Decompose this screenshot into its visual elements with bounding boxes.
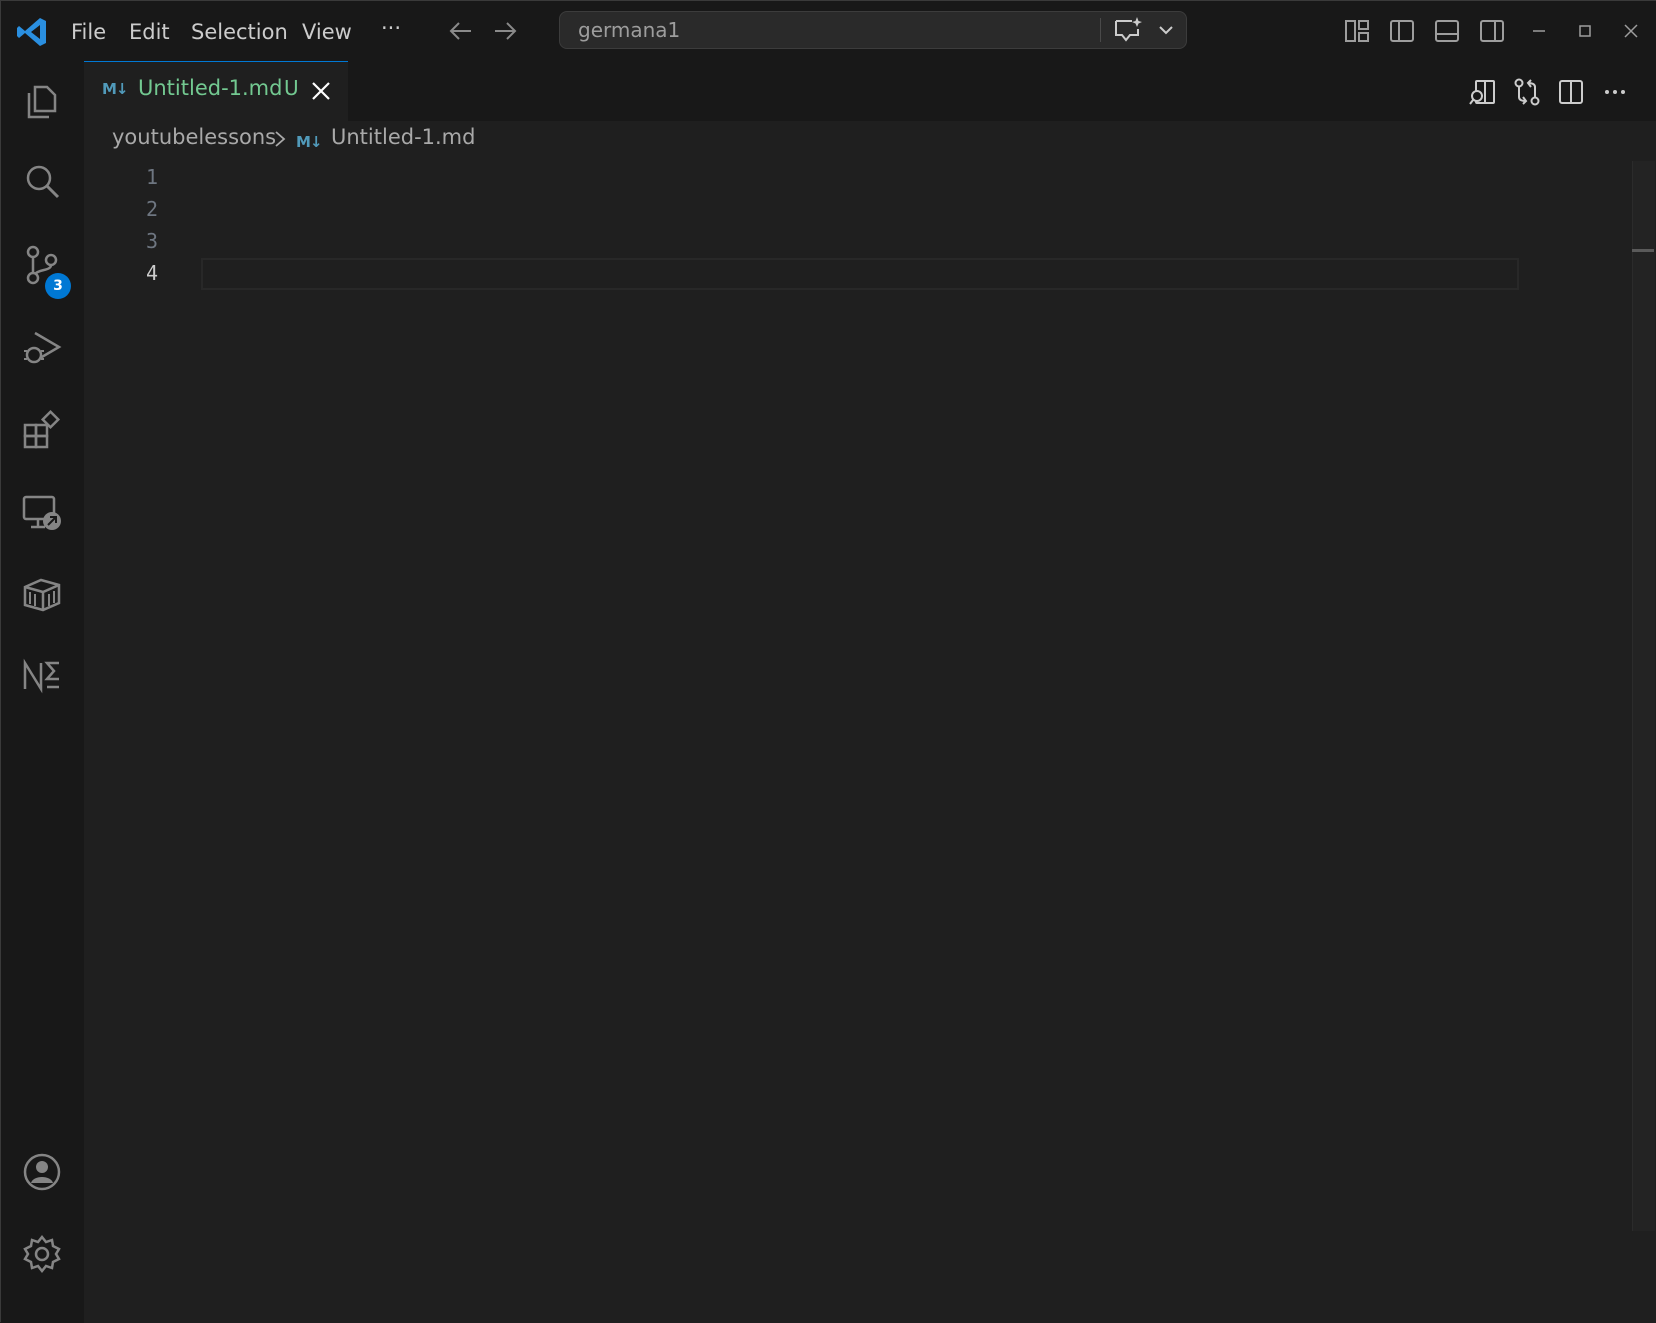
tab-label: Untitled-1.md (138, 76, 283, 100)
chevron-down-icon[interactable] (1156, 20, 1176, 40)
command-center-divider (1100, 18, 1101, 42)
customize-layout-icon[interactable] (1343, 17, 1371, 45)
toggle-panel-icon[interactable] (1433, 17, 1461, 45)
current-line-highlight[interactable] (201, 258, 1519, 290)
command-center[interactable]: germana1 (559, 11, 1187, 49)
chevron-right-icon (275, 131, 286, 147)
containers-icon[interactable] (21, 573, 63, 615)
markdown-file-icon: M↓ (102, 80, 128, 98)
forward-arrow-icon[interactable] (491, 17, 519, 45)
account-icon[interactable] (21, 1151, 63, 1193)
menu-more[interactable]: ··· (381, 13, 401, 43)
cursor-position-marker (1632, 249, 1654, 252)
tab-untitled-md[interactable]: M↓ Untitled-1.md U (84, 61, 348, 121)
tab-untracked-status: U (284, 76, 299, 100)
more-actions-icon[interactable] (1600, 77, 1630, 107)
explorer-icon[interactable] (21, 79, 63, 121)
close-window-icon[interactable] (1617, 17, 1645, 45)
title-bar: File Edit Selection View ··· germana1 (1, 1, 1656, 61)
toggle-secondary-sidebar-icon[interactable] (1478, 17, 1506, 45)
open-changes-icon[interactable] (1512, 77, 1542, 107)
command-center-text: germana1 (578, 18, 681, 42)
extensions-icon[interactable] (21, 409, 63, 451)
minimize-icon[interactable] (1525, 17, 1553, 45)
run-debug-icon[interactable] (21, 327, 63, 369)
editor-area[interactable]: 1 2 3 4 (84, 161, 1656, 1323)
breadcrumb-file[interactable]: Untitled-1.md (331, 125, 475, 149)
line-number: 3 (145, 229, 158, 253)
menu-view[interactable]: View (302, 17, 352, 47)
split-editor-icon[interactable] (1556, 77, 1586, 107)
activity-bar: 3 (1, 61, 84, 1323)
open-preview-icon[interactable] (1468, 77, 1498, 107)
menu-file[interactable]: File (71, 17, 106, 47)
search-icon[interactable] (21, 161, 63, 203)
vertical-scrollbar-thumb[interactable] (1632, 161, 1655, 1231)
editor-tab-bar: M↓ Untitled-1.md U (84, 61, 1656, 121)
source-control-badge: 3 (45, 273, 71, 299)
vscode-window: File Edit Selection View ··· germana1 3 … (0, 0, 1656, 1323)
line-number: 1 (145, 165, 158, 189)
maximize-icon[interactable] (1571, 17, 1599, 45)
vscode-logo-icon (17, 18, 46, 46)
remote-explorer-icon[interactable] (21, 491, 63, 533)
chat-sparkle-icon[interactable] (1112, 15, 1144, 45)
markdown-file-icon: M↓ (296, 133, 322, 151)
settings-gear-icon[interactable] (21, 1233, 63, 1275)
breadcrumb: youtubelessons M↓ Untitled-1.md (84, 121, 1656, 161)
menu-edit[interactable]: Edit (129, 17, 170, 47)
notebook-icon[interactable] (21, 655, 63, 697)
breadcrumb-folder[interactable]: youtubelessons (112, 125, 276, 149)
close-icon[interactable] (310, 80, 332, 102)
menu-selection[interactable]: Selection (191, 17, 288, 47)
line-number-active: 4 (145, 261, 158, 285)
line-number: 2 (145, 197, 158, 221)
back-arrow-icon[interactable] (447, 17, 475, 45)
toggle-primary-sidebar-icon[interactable] (1388, 17, 1416, 45)
